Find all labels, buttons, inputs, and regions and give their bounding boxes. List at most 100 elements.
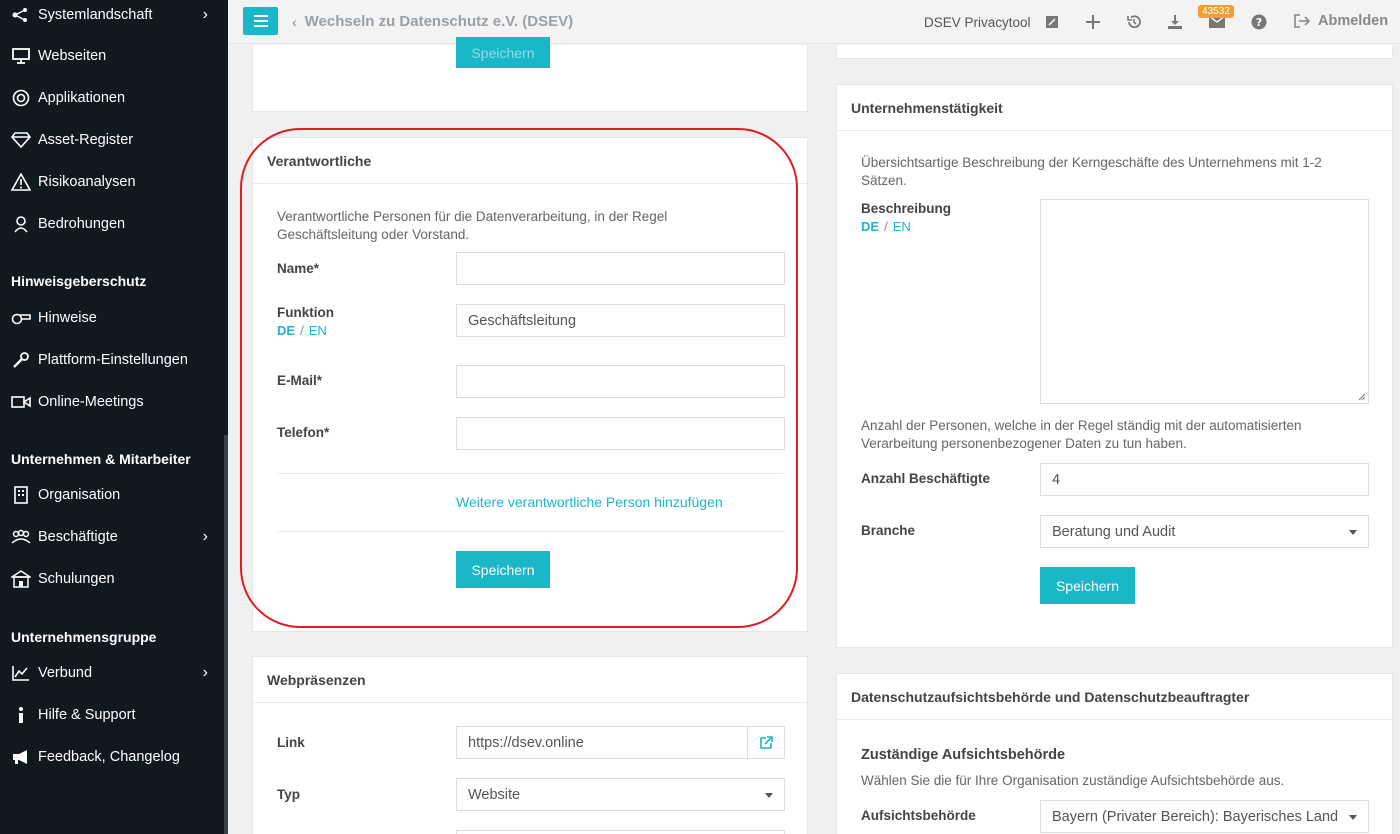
notification-badge: 43532: [1198, 5, 1234, 18]
logout-label: Abmelden: [1318, 13, 1389, 29]
sidebar-item-verbund[interactable]: Verbund ›: [0, 655, 228, 691]
aufsicht-select[interactable]: Bayern (Privater Bereich): Bayerisches L…: [1040, 800, 1369, 833]
lang-separator: /: [300, 323, 304, 338]
sidebar-item-label: Online-Meetings: [38, 394, 144, 410]
sidebar-item-plattform-einstellungen[interactable]: Plattform-Einstellungen: [0, 342, 228, 378]
help-icon[interactable]: ?: [1249, 12, 1269, 32]
sidebar-item-label: Feedback, Changelog: [38, 749, 180, 765]
lang-separator: /: [884, 219, 888, 234]
verantwortliche-save-button[interactable]: Speichern: [456, 551, 550, 588]
webpraesenzen-panel: Webpräsenzen Link https://dsev.online Ty…: [252, 656, 808, 834]
section-unternehmensgruppe: Unternehmensgruppe: [11, 629, 157, 645]
sidebar-item-risikoanalysen[interactable]: Risikoanalysen: [0, 164, 228, 200]
branche-select[interactable]: Beratung und Audit: [1040, 515, 1369, 548]
sidebar-item-label: Bedrohungen: [38, 216, 126, 232]
info-icon: [11, 705, 31, 725]
next-field[interactable]: [456, 830, 785, 834]
wrench-icon: [11, 350, 31, 370]
warning-icon: [11, 172, 31, 192]
section-unternehmen-mitarbeiter: Unternehmen & Mitarbeiter: [11, 451, 191, 467]
beschreibung-textarea[interactable]: [1040, 199, 1369, 404]
chevron-right-icon: ›: [202, 528, 208, 545]
sidebar-item-systemlandschaft[interactable]: Systemlandschaft ›: [0, 0, 228, 33]
sidebar-item-label: Schulungen: [38, 571, 115, 587]
name-input[interactable]: [456, 252, 785, 285]
lang-en-link[interactable]: EN: [309, 323, 327, 338]
divider: [277, 531, 785, 532]
sidebar-item-bedrohungen[interactable]: Bedrohungen: [0, 206, 228, 242]
sidebar-item-asset-register[interactable]: Asset-Register: [0, 122, 228, 158]
external-link-icon: [760, 735, 773, 749]
taetigkeit-description: Übersichtsartige Beschreibung der Kernge…: [861, 155, 1322, 188]
aufsicht-panel: Datenschutzaufsichtsbehörde und Datensch…: [836, 673, 1393, 834]
resize-handle-icon[interactable]: [1358, 393, 1366, 401]
panel-title: Datenschutzaufsichtsbehörde und Datensch…: [837, 674, 1392, 720]
sidebar-item-hinweise[interactable]: Hinweise: [0, 300, 228, 336]
sidebar-item-label: Applikationen: [38, 90, 126, 106]
sidebar-item-hilfe-support[interactable]: Hilfe & Support: [0, 697, 228, 733]
sidebar-item-label: Plattform-Einstellungen: [38, 352, 188, 368]
bug-icon: [11, 214, 31, 234]
typ-select[interactable]: Website: [456, 778, 785, 811]
sidebar-item-label: Systemlandschaft: [38, 7, 153, 23]
download-icon[interactable]: [1165, 12, 1185, 32]
funktion-input[interactable]: Geschäftsleitung: [456, 304, 785, 337]
sidebar-item-label: Beschäftigte: [38, 529, 118, 545]
aufsicht-description: Wählen Sie die für Ihre Organisation zus…: [861, 773, 1285, 788]
telefon-input[interactable]: [456, 417, 785, 450]
logout-button[interactable]: Abmelden: [1294, 13, 1388, 29]
sidebar-item-label: Hilfe & Support: [38, 707, 136, 723]
sidebar: Systemlandschaft › Webseiten Applikation…: [0, 0, 228, 834]
network-icon: [11, 5, 31, 25]
anzahl-input[interactable]: 4: [1040, 463, 1369, 496]
link-input[interactable]: https://dsev.online: [456, 726, 748, 759]
lang-de-link[interactable]: DE: [861, 219, 879, 234]
megaphone-icon: [11, 747, 31, 767]
school-icon: [11, 569, 31, 589]
lang-en-link[interactable]: EN: [893, 219, 911, 234]
sidebar-item-feedback-changelog[interactable]: Feedback, Changelog: [0, 739, 228, 775]
sidebar-item-label: Asset-Register: [38, 132, 134, 148]
top-panel: Speichern: [252, 37, 808, 112]
edit-icon[interactable]: [1042, 12, 1062, 32]
lang-de-link[interactable]: DE: [277, 323, 295, 338]
right-top-panel: [836, 45, 1393, 59]
email-input[interactable]: [456, 365, 785, 398]
panel-title: Webpräsenzen: [253, 657, 807, 703]
add-responsible-person-link[interactable]: Weitere verantwortliche Person hinzufüge…: [456, 494, 723, 510]
topbar: ‹ Wechseln zu Datenschutz e.V. (DSEV) DS…: [228, 0, 1400, 44]
sidebar-item-organisation[interactable]: Organisation: [0, 477, 228, 513]
menu-toggle-button[interactable]: [243, 7, 278, 35]
breadcrumb-back-link[interactable]: ‹ Wechseln zu Datenschutz e.V. (DSEV): [292, 13, 573, 30]
logout-icon: [1294, 14, 1310, 28]
sidebar-item-beschaeftigte[interactable]: Beschäftigte ›: [0, 519, 228, 555]
sidebar-item-webseiten[interactable]: Webseiten: [0, 38, 228, 74]
tool-name: DSEV Privacytool: [924, 14, 1031, 30]
chevron-right-icon: ›: [202, 6, 208, 23]
sidebar-item-label: Webseiten: [38, 48, 107, 64]
aufsicht-subtitle: Zuständige Aufsichtsbehörde: [861, 747, 1066, 763]
divider: [277, 473, 785, 474]
chevron-right-icon: ›: [202, 664, 208, 681]
verantwortliche-description: Verantwortliche Personen für die Datenve…: [277, 209, 668, 242]
email-label: E-Mail*: [277, 373, 323, 388]
add-icon[interactable]: [1083, 12, 1103, 32]
panel-title: Verantwortliche: [253, 138, 807, 184]
sidebar-item-label: Hinweise: [38, 310, 97, 326]
users-icon: [11, 527, 31, 547]
chart-icon: [11, 663, 31, 683]
anzahl-label: Anzahl Beschäftigte: [861, 471, 991, 486]
whistle-icon: [11, 308, 31, 328]
diamond-icon: [11, 130, 31, 150]
name-label: Name*: [277, 261, 320, 276]
aufsicht-label: Aufsichtsbehörde: [861, 808, 976, 823]
video-icon: [11, 392, 31, 412]
sidebar-item-schulungen[interactable]: Schulungen: [0, 561, 228, 597]
taetigkeit-save-button[interactable]: Speichern: [1040, 567, 1135, 604]
sidebar-item-applikationen[interactable]: Applikationen: [0, 80, 228, 116]
open-link-button[interactable]: [747, 726, 785, 759]
top-save-button[interactable]: Speichern: [456, 37, 550, 68]
beschreibung-language-switch: DE / EN: [861, 219, 911, 234]
sidebar-item-online-meetings[interactable]: Online-Meetings: [0, 384, 228, 420]
history-icon[interactable]: [1124, 12, 1144, 32]
